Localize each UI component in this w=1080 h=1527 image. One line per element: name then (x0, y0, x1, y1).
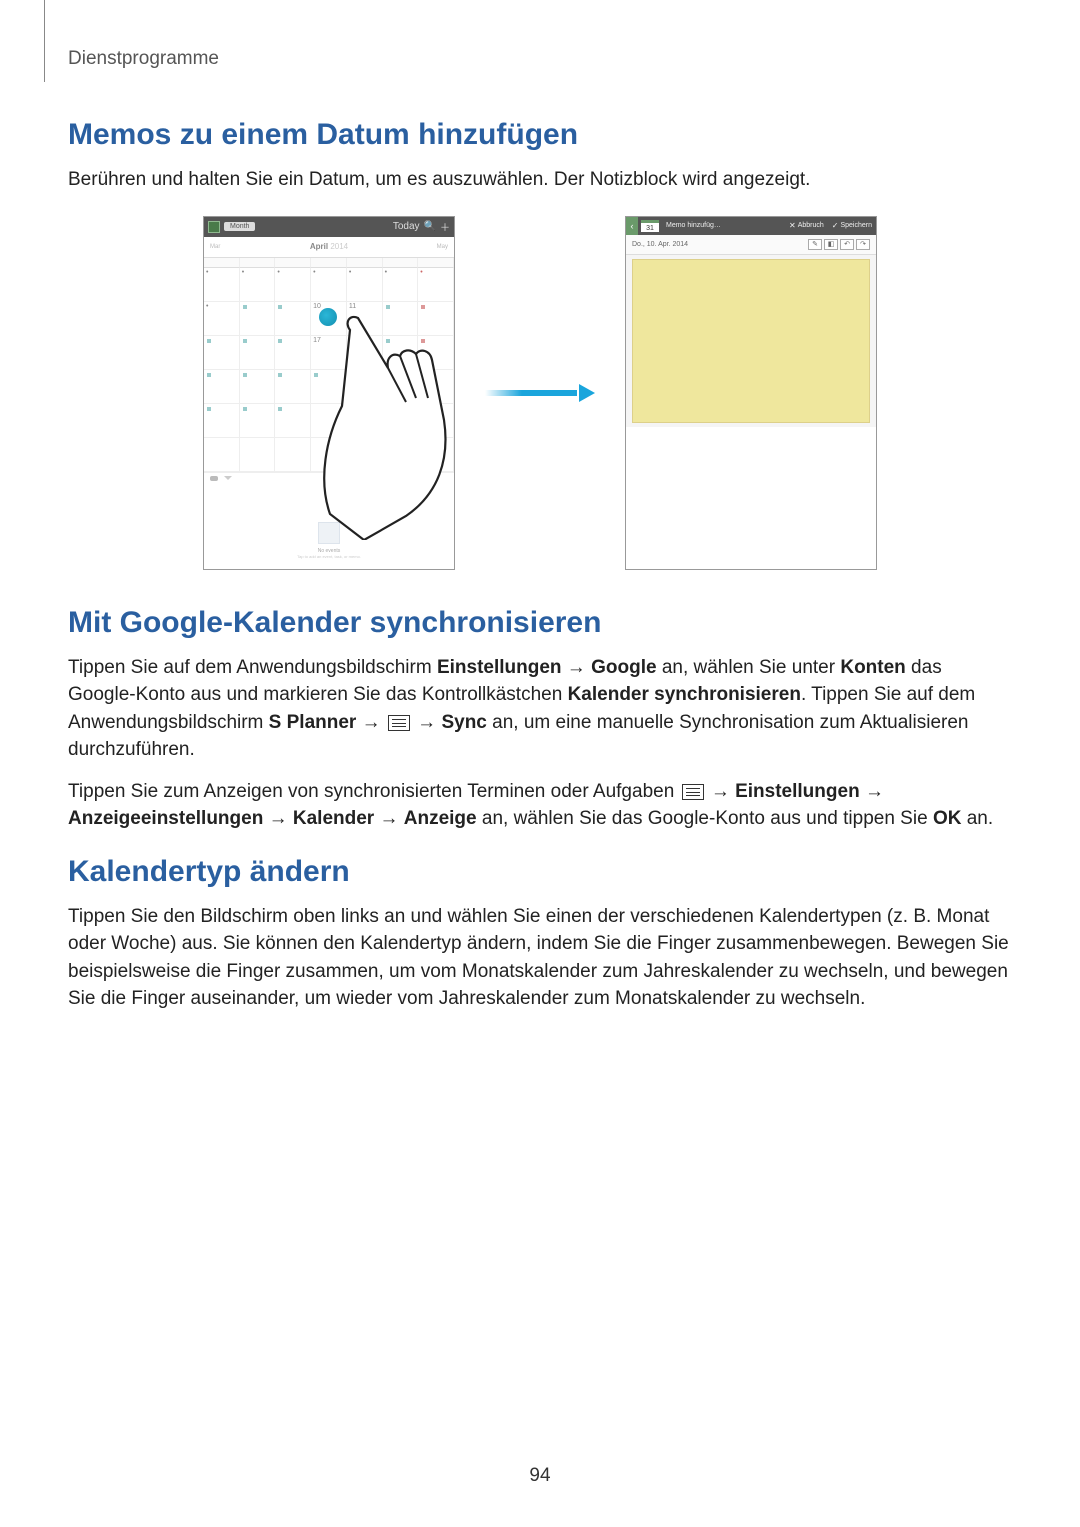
view-mode-button: Month (224, 222, 255, 231)
transition-arrow-icon (485, 384, 595, 402)
search-icon: 🔍 (424, 221, 436, 232)
calendar-type-body: Tippen Sie den Bildschirm oben links an … (68, 903, 1012, 1013)
heading-calendar-type: Kalendertyp ändern (68, 855, 1012, 889)
figure-row: Month Today 🔍 ＋ Mar April 2014 May • • •… (68, 216, 1012, 570)
back-icon: ‹ (626, 217, 638, 235)
eraser-tool-icon: ◧ (824, 239, 838, 250)
memo-topbar: ‹ 31 Memo hinzufüg… ✕Abbruch ✓Speichern (626, 217, 876, 235)
memo-title: Memo hinzufüg… (662, 222, 785, 229)
redo-icon: ↷ (856, 239, 870, 250)
calendar-app-icon (208, 221, 220, 233)
touch-point-icon (319, 308, 337, 326)
memo-screenshot: ‹ 31 Memo hinzufüg… ✕Abbruch ✓Speichern … (625, 216, 877, 570)
next-month-label: May (437, 244, 448, 250)
cancel-button: ✕Abbruch (785, 221, 828, 230)
prev-month-label: Mar (210, 244, 220, 250)
calendar-grid: • • • • • • • • 10 11 17 (204, 257, 454, 472)
page-number: 94 (0, 1465, 1080, 1487)
save-button: ✓Speichern (828, 221, 876, 230)
calendar-empty-state: No events Tap to add an event, task, or … (204, 472, 454, 569)
calendar-header: Mar April 2014 May (204, 237, 454, 257)
calendar-screenshot: Month Today 🔍 ＋ Mar April 2014 May • • •… (203, 216, 455, 570)
memo-canvas (632, 259, 870, 423)
check-icon: ✓ (832, 221, 839, 230)
undo-icon: ↶ (840, 239, 854, 250)
menu-icon (388, 715, 410, 731)
google-sync-p1: Tippen Sie auf dem Anwendungsbildschirm … (68, 654, 1012, 764)
calendar-topbar: Month Today 🔍 ＋ (204, 217, 454, 237)
heading-google-sync: Mit Google-Kalender synchronisieren (68, 606, 1012, 640)
add-icon: ＋ (440, 219, 450, 234)
calendar-footer-indicator (210, 476, 232, 481)
month-year: 2014 (330, 242, 348, 251)
menu-icon (682, 784, 704, 800)
calendar-date-icon: 31 (641, 220, 659, 232)
memo-toolbar: Do., 10. Apr. 2014 ✎ ◧ ↶ ↷ (626, 235, 876, 255)
month-name: April (310, 242, 328, 251)
close-icon: ✕ (789, 221, 796, 230)
intro-memos: Berühren und halten Sie ein Datum, um es… (68, 166, 1012, 194)
breadcrumb: Dienstprogramme (68, 48, 1012, 70)
memo-blank-area (626, 427, 876, 569)
page-content: Dienstprogramme Memos zu einem Datum hin… (0, 0, 1080, 1013)
selected-day-cell: 10 (311, 302, 347, 336)
today-label: Today (393, 221, 420, 232)
pen-tool-icon: ✎ (808, 239, 822, 250)
memo-date: Do., 10. Apr. 2014 (632, 241, 806, 248)
google-sync-p2: Tippen Sie zum Anzeigen von synchronisie… (68, 778, 1012, 833)
heading-memos: Memos zu einem Datum hinzufügen (68, 118, 1012, 152)
